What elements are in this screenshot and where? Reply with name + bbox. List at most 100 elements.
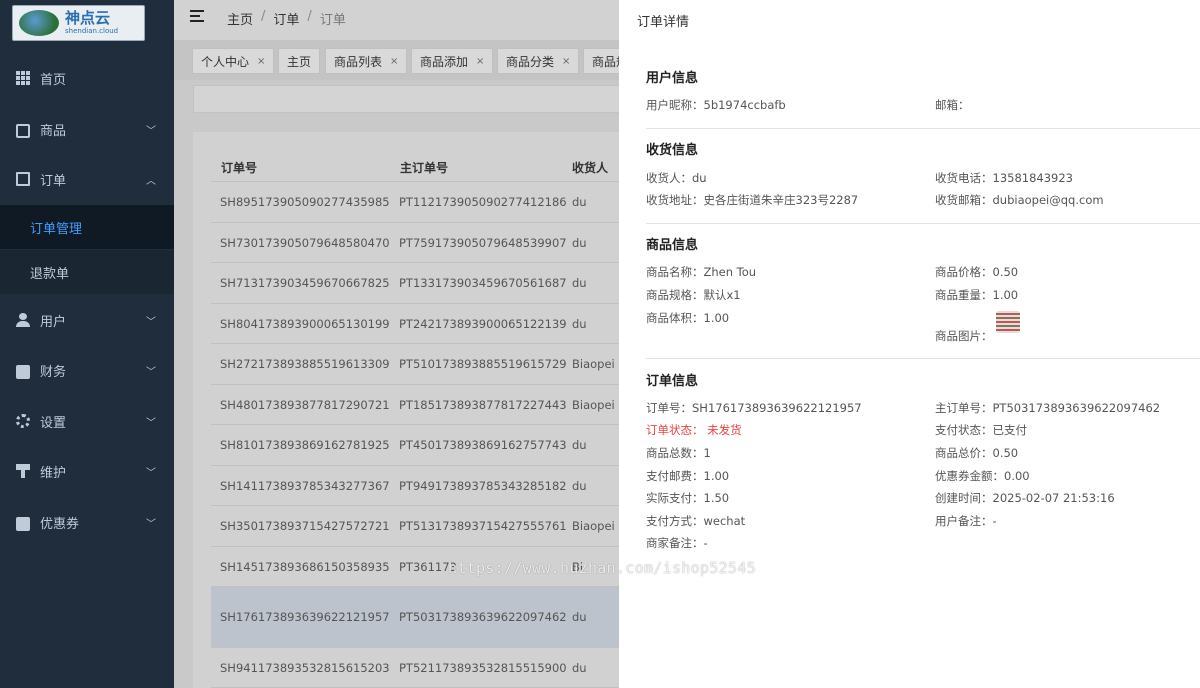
table-row[interactable]: SH895173905090277435985 PT112173905090277… — [211, 182, 633, 223]
tag-home[interactable]: 主页 — [278, 48, 321, 74]
sidebar-item-settings[interactable]: 设置 ﹀ — [0, 401, 174, 441]
sidebar-item-orders[interactable]: 订单 ︿ — [0, 159, 174, 199]
tool-icon — [16, 464, 30, 478]
divider — [646, 358, 1200, 359]
logo-name: 神点云 — [65, 9, 111, 27]
order-detail-drawer: 订单详情 用户信息 用户昵称：5b1974ccbafb 邮箱： 收货信息 收货人… — [619, 0, 1200, 688]
sidebar-item-label: 订单管理 — [30, 221, 83, 237]
goods-price: 商品价格：0.50 — [935, 265, 1019, 279]
sidebar-item-goods[interactable]: 商品 ﹀ — [0, 109, 174, 149]
tag-goods-category[interactable]: 商品分类 × — [497, 48, 580, 74]
close-icon[interactable]: × — [476, 56, 484, 67]
table-row[interactable]: SH350173893715427572721 PT513173893715427… — [211, 506, 633, 547]
cell-receiver: du — [572, 235, 587, 250]
sidebar-item-label: 用户 — [40, 314, 67, 330]
cell-receiver: Biaopei — [572, 397, 615, 412]
cell-order-no: SH941173893532815615203 — [220, 660, 390, 675]
goods-image-label: 商品图片： — [935, 329, 993, 343]
cell-order-no: SH145173893686150358935 — [220, 559, 390, 574]
table-row[interactable]: SH941173893532815615203 PT521173893532815… — [211, 648, 633, 688]
breadcrumb-item[interactable]: 主页 — [227, 9, 253, 28]
sidebar-item-label: 财务 — [40, 364, 67, 380]
cell-main-order-no: PT112173905090277412186 — [399, 195, 567, 209]
chevron-down-icon: ﹀ — [146, 366, 156, 378]
table-row[interactable]: SH176173893639622121957 PT503173893639622… — [211, 587, 633, 648]
table-row[interactable]: SH713173903459670667825 PT133173903459670… — [211, 263, 633, 304]
cell-receiver: du — [572, 438, 587, 452]
breadcrumb-separator: / — [307, 9, 312, 24]
cell-order-no: SH176173893639622121957 — [220, 610, 390, 624]
cell-receiver: du — [572, 195, 587, 209]
shipping-receiver: 收货人：du — [646, 171, 707, 185]
sidebar-item-label: 退款单 — [30, 266, 70, 282]
close-icon[interactable]: × — [257, 56, 265, 67]
breadcrumb: 主页 / 订单 / 订单 — [227, 9, 346, 28]
user-nickname: 用户昵称：5b1974ccbafb — [646, 98, 786, 112]
sidebar-item-label: 优惠券 — [40, 516, 80, 532]
section-title-user: 用户信息 — [646, 71, 699, 86]
pay-method: 支付方式：wechat — [646, 514, 746, 528]
breadcrumb-separator: / — [261, 9, 266, 24]
cell-order-no: SH141173893785343277367 — [220, 478, 390, 493]
order-number: 订单号：SH176173893639622121957 — [646, 401, 862, 415]
section-title-order: 订单信息 — [646, 374, 699, 389]
sidebar-subitem-refunds[interactable]: 退款单 — [0, 250, 174, 294]
table-row[interactable]: SH804173893900065130199 PT242173893900065… — [211, 304, 633, 344]
goods-thumbnail-image[interactable] — [995, 309, 1021, 335]
bag-icon — [16, 124, 30, 138]
created-time: 创建时间：2025-02-07 21:53:16 — [935, 491, 1115, 505]
sidebar-item-users[interactable]: 用户 ﹀ — [0, 300, 174, 340]
cell-order-no: SH350173893715427572721 — [220, 519, 390, 533]
table-row[interactable]: SH480173893877817290721 PT185173893877817… — [211, 385, 633, 425]
table-row[interactable]: SH141173893785343277367 PT949173893785343… — [211, 466, 633, 506]
tag-label: 商品分类 — [506, 54, 555, 69]
tag-label: 个人中心 — [201, 54, 250, 69]
cell-receiver: Biaopei — [572, 519, 615, 533]
chevron-up-icon: ︿ — [146, 175, 156, 187]
tag-label: 商品列表 — [334, 54, 383, 69]
cell-main-order-no: PT242173893900065122139 — [399, 316, 567, 331]
cell-receiver: du — [572, 316, 587, 331]
breadcrumb-item: 订单 — [319, 13, 346, 28]
cell-main-order-no: PT185173893877817227443 — [399, 397, 567, 412]
tag-personal-center[interactable]: 个人中心 × — [192, 48, 275, 74]
cell-main-order-no: PT949173893785343285182 — [399, 478, 567, 493]
chevron-down-icon: ﹀ — [146, 125, 156, 137]
goods-spec: 商品规格：默认x1 — [646, 288, 741, 302]
sidebar-item-label: 设置 — [40, 415, 67, 431]
user-icon — [16, 313, 30, 327]
breadcrumb-item[interactable]: 订单 — [273, 9, 299, 28]
chevron-down-icon: ﹀ — [146, 316, 156, 328]
table-header-row — [211, 142, 633, 182]
cell-receiver: du — [572, 276, 587, 290]
sidebar-item-coupons[interactable]: 优惠券 ﹀ — [0, 502, 174, 542]
table-row[interactable]: SH272173893885519613309 PT510173893885519… — [211, 344, 633, 385]
tag-goods-add[interactable]: 商品添加 × — [411, 48, 494, 74]
close-icon[interactable]: × — [562, 56, 570, 67]
sidebar-item-home[interactable]: 首页 — [0, 58, 174, 98]
sidebar-item-maintenance[interactable]: 维护 ﹀ — [0, 451, 174, 491]
menu-toggle-icon[interactable] — [190, 10, 204, 22]
table-row[interactable]: SH810173893869162781925 PT450173893869162… — [211, 425, 633, 466]
cell-order-no: SH480173893877817290721 — [220, 397, 390, 412]
chevron-down-icon: ﹀ — [146, 467, 156, 479]
sidebar-subitem-order-manage[interactable]: 订单管理 — [0, 205, 174, 249]
cell-main-order-no: PT521173893532815515900 — [399, 660, 567, 675]
chevron-down-icon: ﹀ — [146, 518, 156, 530]
sidebar-item-label: 商品 — [40, 123, 67, 139]
logo[interactable]: 神点云 shendian.cloud — [12, 5, 145, 41]
goods-total-count: 商品总数：1 — [646, 446, 711, 460]
close-icon[interactable]: × — [390, 56, 398, 67]
cell-main-order-no: PT510173893885519615729 — [399, 357, 567, 371]
cell-order-no: SH272173893885519613309 — [220, 357, 390, 371]
wallet-icon — [16, 365, 30, 379]
orders-table: 订单号 主订单号 收货人 SH895173905090277435985 PT11… — [193, 132, 633, 688]
sidebar-item-finance[interactable]: 财务 ﹀ — [0, 350, 174, 390]
cell-main-order-no: PT450173893869162757743 — [399, 438, 567, 452]
divider — [646, 223, 1200, 224]
tag-goods-list[interactable]: 商品列表 × — [325, 48, 408, 74]
main-order-number: 主订单号：PT503173893639622097462 — [935, 401, 1161, 415]
order-status: 订单状态： 未发货 — [646, 423, 742, 437]
chevron-down-icon: ﹀ — [146, 417, 156, 429]
table-row[interactable]: SH730173905079648580470 PT759173905079648… — [211, 223, 633, 263]
